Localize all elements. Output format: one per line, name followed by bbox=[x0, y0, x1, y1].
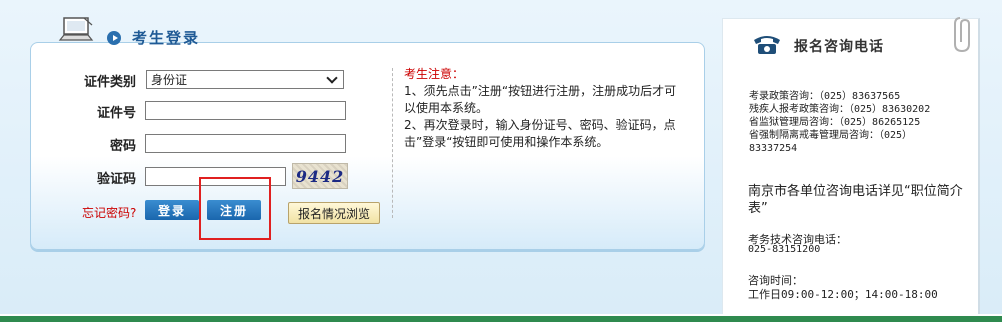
paperclip-icon bbox=[954, 17, 970, 53]
login-button[interactable]: 登录 bbox=[145, 200, 199, 220]
title-bullet-icon bbox=[107, 31, 121, 45]
contact-line: 83337254 bbox=[749, 143, 798, 154]
tech-support-phone: 025-83151200 bbox=[748, 244, 821, 255]
chevron-down-icon bbox=[326, 71, 338, 84]
captcha-label: 验证码 bbox=[96, 172, 136, 187]
notice-line-2: 2、再次登录时，输入身份证号、密码、验证码，点击”登录“按钮即可使用和操作本系统… bbox=[404, 118, 676, 149]
contact-line: 省监狱管理局咨询：（025）86265125 bbox=[749, 117, 921, 128]
browse-registration-button[interactable]: 报名情况浏览 bbox=[288, 202, 380, 224]
contact-title: 报名咨询电话 bbox=[794, 39, 884, 55]
contact-line: 残疾人报考政策咨询：（025）83630202 bbox=[749, 104, 931, 115]
password-label: 密码 bbox=[109, 139, 136, 154]
hours-value: 工作日09:00-12:00；14:00-18:00 bbox=[748, 288, 938, 301]
id-number-input[interactable] bbox=[145, 101, 346, 120]
captcha-image[interactable]: 9442 bbox=[292, 163, 348, 189]
id-type-row: 证件类别 bbox=[60, 71, 136, 90]
captcha-row: 验证码 bbox=[60, 168, 136, 187]
footer-bar bbox=[0, 316, 1002, 322]
id-type-label: 证件类别 bbox=[83, 75, 136, 90]
forgot-password-link[interactable]: 忘记密码? bbox=[82, 204, 136, 221]
password-input[interactable] bbox=[145, 134, 346, 153]
divider bbox=[392, 68, 393, 218]
notice-line-1: 1、须先点击”注册“按钮进行注册，注册成功后才可以使用本系统。 bbox=[404, 84, 677, 115]
contact-line: 省强制隔离戒毒管理局咨询：（025） bbox=[749, 130, 913, 141]
id-type-select[interactable]: 身份证 bbox=[146, 70, 344, 89]
contact-phone-list: 考录政策咨询：（025）83637565 残疾人报考政策咨询：（025）8363… bbox=[749, 90, 930, 155]
login-title: 考生登录 bbox=[132, 29, 201, 47]
notice-block: 考生注意： 1、须先点击”注册“按钮进行注册，注册成功后才可以使用本系统。 2、… bbox=[404, 66, 679, 151]
telephone-icon bbox=[754, 36, 780, 54]
id-number-label: 证件号 bbox=[96, 106, 136, 121]
notice-title: 考生注意： bbox=[404, 67, 465, 81]
register-highlight-box bbox=[199, 177, 271, 240]
id-number-row: 证件号 bbox=[60, 102, 136, 121]
contact-line: 考录政策咨询：（025）83637565 bbox=[749, 91, 901, 102]
password-row: 密码 bbox=[60, 135, 136, 154]
laptop-icon bbox=[58, 17, 94, 41]
id-type-value: 身份证 bbox=[151, 73, 188, 87]
contact-note: 南京市各单位咨询电话详见“职位简介表” bbox=[748, 184, 963, 216]
